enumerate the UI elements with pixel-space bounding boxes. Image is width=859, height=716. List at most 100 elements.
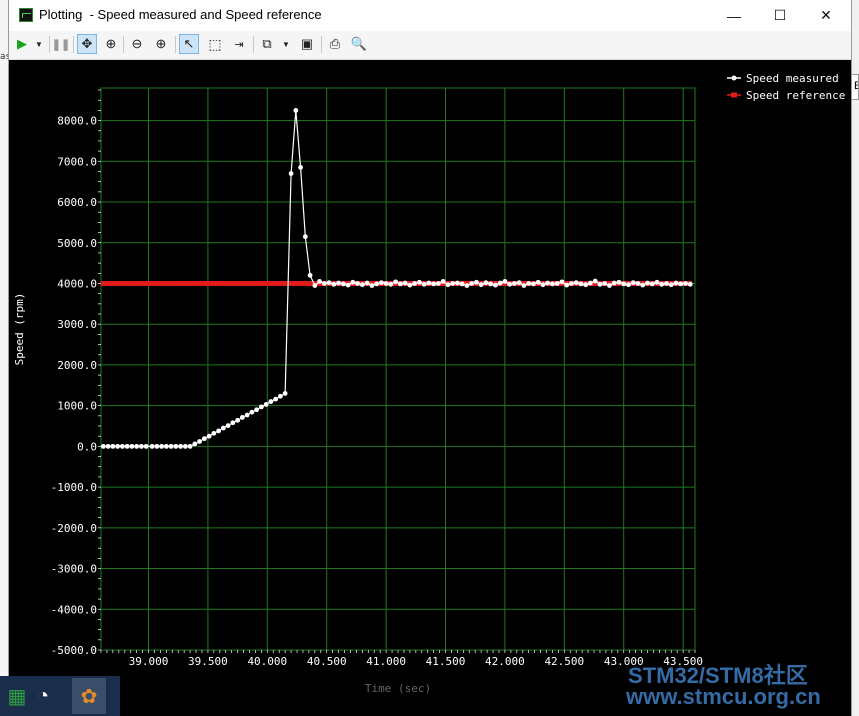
data-point-speed-measured bbox=[273, 396, 279, 402]
data-point-speed-measured bbox=[431, 281, 437, 287]
data-point-speed-measured bbox=[369, 283, 375, 288]
data-point-speed-measured bbox=[159, 443, 164, 449]
data-point-speed-measured bbox=[559, 279, 565, 285]
y-tick-label: 8000.0 bbox=[57, 115, 97, 128]
data-point-speed-measured bbox=[216, 428, 222, 434]
data-point-speed-measured bbox=[535, 279, 541, 285]
x-tick-label: 42.500 bbox=[544, 655, 584, 668]
data-point-speed-measured bbox=[383, 281, 389, 286]
data-point-speed-measured bbox=[192, 441, 198, 447]
zoom-in-icon[interactable]: ⊕ bbox=[151, 34, 171, 54]
data-point-speed-measured bbox=[129, 443, 135, 449]
x-tick-label: 42.000 bbox=[485, 655, 525, 668]
data-point-speed-measured bbox=[626, 282, 631, 288]
data-point-speed-measured bbox=[440, 279, 446, 284]
data-point-speed-measured bbox=[244, 412, 250, 418]
data-point-speed-measured bbox=[110, 443, 116, 449]
data-point-speed-measured bbox=[497, 280, 503, 286]
data-point-speed-measured bbox=[602, 281, 608, 286]
pan-icon[interactable]: ✥ bbox=[77, 34, 97, 54]
data-point-speed-measured bbox=[459, 281, 465, 287]
legend: Speed measured Speed reference bbox=[727, 72, 845, 102]
data-point-speed-measured bbox=[182, 443, 188, 449]
background-window-edge-left: as bbox=[0, 0, 11, 716]
data-point-speed-measured bbox=[493, 282, 498, 288]
legend-label: Speed reference bbox=[746, 89, 845, 102]
y-tick-label: -3000.0 bbox=[51, 563, 97, 576]
data-point-speed-measured bbox=[302, 234, 308, 240]
y-tick-label: -1000.0 bbox=[51, 481, 97, 494]
data-point-speed-measured bbox=[282, 391, 288, 396]
data-point-speed-measured bbox=[326, 280, 332, 286]
split-icon[interactable]: ⇥ bbox=[229, 34, 249, 54]
data-point-speed-measured bbox=[464, 283, 470, 288]
zoom-out-icon[interactable]: ⊖ bbox=[127, 34, 147, 54]
data-point-speed-measured bbox=[317, 279, 322, 284]
data-point-speed-measured bbox=[664, 281, 669, 286]
maximize-button[interactable]: ☐ bbox=[757, 0, 803, 31]
x-tick-label: 41.500 bbox=[426, 655, 466, 668]
data-point-speed-measured bbox=[531, 281, 536, 287]
data-point-speed-measured bbox=[488, 281, 494, 287]
save-icon[interactable]: ▣ bbox=[297, 34, 317, 54]
minimize-button[interactable]: — bbox=[711, 0, 757, 31]
plot-app-icon bbox=[19, 8, 33, 22]
plot-area[interactable]: 39.000 39.500 40.000 40.500 41.000 41.500 42.0… bbox=[9, 60, 851, 716]
zoom-auto-icon[interactable]: ⊕ bbox=[101, 34, 121, 54]
data-point-speed-measured bbox=[445, 282, 451, 288]
data-point-speed-measured bbox=[211, 430, 217, 436]
data-point-speed-measured bbox=[483, 280, 489, 286]
data-point-speed-measured bbox=[331, 281, 337, 287]
select-box-icon[interactable]: ⬚ bbox=[205, 34, 225, 54]
data-point-speed-measured bbox=[206, 433, 212, 439]
data-point-speed-measured bbox=[554, 281, 560, 286]
data-point-speed-measured bbox=[350, 279, 356, 285]
y-tick-label: 4000.0 bbox=[57, 277, 97, 290]
data-point-speed-measured bbox=[516, 280, 522, 286]
data-point-speed-measured bbox=[239, 415, 245, 420]
y-tick-label: 1000.0 bbox=[57, 400, 97, 413]
copy-icon[interactable]: ⧉ bbox=[257, 34, 277, 54]
data-point-speed-measured bbox=[673, 280, 679, 286]
data-point-speed-measured bbox=[592, 278, 598, 284]
data-point-speed-measured bbox=[578, 281, 584, 287]
pause-icon[interactable]: ❚❚ bbox=[51, 34, 71, 54]
data-point-speed-measured bbox=[374, 281, 380, 287]
select-pointer-icon[interactable]: ↖ bbox=[179, 34, 199, 54]
clock-icon[interactable]: ◔ bbox=[26, 678, 60, 714]
data-point-speed-measured bbox=[649, 281, 655, 287]
data-point-speed-measured bbox=[668, 282, 674, 288]
data-point-speed-measured bbox=[115, 443, 121, 449]
title-bar[interactable]: Plotting - Speed measured and Speed refe… bbox=[9, 0, 851, 31]
data-point-speed-measured bbox=[659, 281, 665, 287]
data-point-speed-measured bbox=[526, 281, 532, 286]
data-point-speed-measured bbox=[263, 402, 269, 407]
plot-toolbar: ▶ ▼ ❚❚ ✥ ⊕ ⊖ ⊕ ↖ ⬚ ⇥ ⧉ ▼ ▣ ⎙ 🔍 bbox=[9, 31, 851, 60]
print-icon[interactable]: ⎙ bbox=[325, 34, 345, 54]
data-point-speed-measured bbox=[235, 417, 241, 423]
y-tick-label: -2000.0 bbox=[51, 522, 97, 535]
dropdown-arrow-icon[interactable]: ▼ bbox=[276, 34, 296, 54]
data-point-speed-measured bbox=[393, 279, 399, 285]
background-tab[interactable]: E bbox=[851, 74, 859, 100]
data-point-speed-measured bbox=[138, 443, 144, 449]
data-point-speed-measured bbox=[512, 281, 517, 286]
data-point-speed-measured bbox=[507, 281, 513, 287]
speed-chart[interactable]: 39.000 39.500 40.000 40.500 41.000 41.500 42.0… bbox=[9, 60, 851, 716]
app-icon[interactable]: ✿ bbox=[72, 678, 106, 714]
y-tick-label: 7000.0 bbox=[57, 155, 97, 168]
print-preview-icon[interactable]: 🔍 bbox=[349, 34, 369, 54]
dropdown-arrow-icon[interactable]: ▼ bbox=[29, 34, 49, 54]
watermark-line2: www.stmcu.org.cn bbox=[626, 684, 821, 709]
data-point-speed-measured bbox=[288, 171, 294, 176]
y-tick-label: 3000.0 bbox=[57, 318, 97, 331]
data-point-speed-measured bbox=[230, 420, 236, 426]
data-point-speed-measured bbox=[134, 443, 140, 449]
data-point-speed-measured bbox=[450, 281, 456, 286]
data-point-speed-measured bbox=[119, 443, 125, 449]
data-point-speed-measured bbox=[683, 281, 688, 286]
data-point-speed-measured bbox=[293, 107, 299, 113]
data-point-speed-measured bbox=[611, 280, 617, 286]
close-button[interactable]: ✕ bbox=[803, 0, 849, 31]
legend-label: Speed measured bbox=[746, 72, 839, 85]
